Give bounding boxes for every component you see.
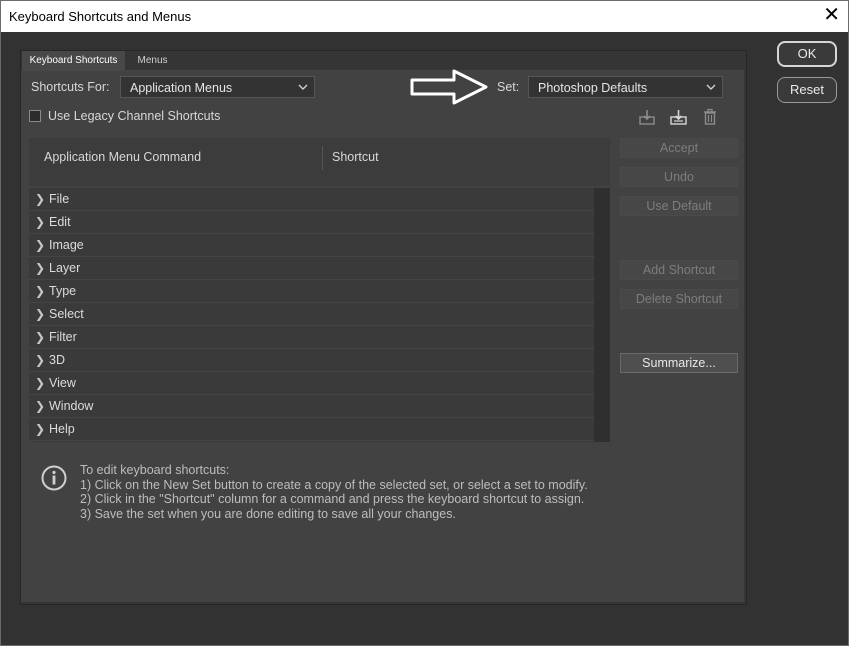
chevron-right-icon[interactable]: ❯ bbox=[35, 395, 45, 417]
list-item[interactable]: ❯ 3D bbox=[29, 349, 594, 372]
new-set-icon[interactable] bbox=[669, 108, 689, 126]
delete-shortcut-button[interactable]: Delete Shortcut bbox=[620, 289, 738, 309]
chevron-right-icon[interactable]: ❯ bbox=[35, 188, 45, 210]
save-set-icon[interactable] bbox=[638, 108, 656, 126]
shortcuts-for-select[interactable]: Application Menus bbox=[120, 76, 315, 98]
list-item[interactable]: ❯ Filter bbox=[29, 326, 594, 349]
chevron-down-icon bbox=[706, 84, 716, 90]
list-item[interactable]: ❯ Help bbox=[29, 418, 594, 441]
shortcuts-for-value: Application Menus bbox=[130, 81, 233, 95]
chevron-down-icon bbox=[298, 84, 308, 90]
chevron-right-icon[interactable]: ❯ bbox=[35, 257, 45, 279]
set-select[interactable]: Photoshop Defaults bbox=[528, 76, 723, 98]
column-header-command[interactable]: Application Menu Command bbox=[44, 150, 201, 164]
info-icon bbox=[41, 465, 67, 491]
summarize-button[interactable]: Summarize... bbox=[620, 353, 738, 373]
tab-keyboard-shortcuts[interactable]: Keyboard Shortcuts bbox=[22, 51, 125, 71]
chevron-right-icon[interactable]: ❯ bbox=[35, 303, 45, 325]
set-value: Photoshop Defaults bbox=[538, 81, 648, 95]
instructions-step-1: 1) Click on the New Set button to create… bbox=[80, 477, 588, 492]
arrow-annotation-icon bbox=[410, 69, 488, 105]
legacy-channel-checkbox[interactable] bbox=[29, 110, 41, 122]
add-shortcut-button[interactable]: Add Shortcut bbox=[620, 260, 738, 280]
set-label: Set: bbox=[497, 80, 520, 94]
reset-button[interactable]: Reset bbox=[777, 77, 837, 103]
list-item[interactable]: ❯ Image bbox=[29, 234, 594, 257]
legacy-channel-label: Use Legacy Channel Shortcuts bbox=[48, 109, 221, 123]
trash-icon[interactable] bbox=[702, 108, 718, 126]
tab-menus[interactable]: Menus bbox=[125, 51, 180, 71]
use-default-button[interactable]: Use Default bbox=[620, 196, 738, 216]
shortcuts-for-label: Shortcuts For: bbox=[31, 80, 110, 94]
list-item[interactable]: ❯ Type bbox=[29, 280, 594, 303]
close-icon[interactable]: ✕ bbox=[823, 5, 840, 25]
title-bar: Keyboard Shortcuts and Menus ✕ bbox=[1, 1, 848, 32]
accept-button[interactable]: Accept bbox=[620, 138, 738, 158]
undo-button[interactable]: Undo bbox=[620, 167, 738, 187]
chevron-right-icon[interactable]: ❯ bbox=[35, 211, 45, 233]
list-item[interactable]: ❯ File bbox=[29, 188, 594, 211]
scrollbar[interactable] bbox=[594, 188, 610, 442]
list-item[interactable]: ❯ Select bbox=[29, 303, 594, 326]
window-title: Keyboard Shortcuts and Menus bbox=[9, 9, 192, 24]
chevron-right-icon[interactable]: ❯ bbox=[35, 349, 45, 371]
command-list: ❯ File ❯ Edit ❯ Image ❯ Layer ❯ Type ❯ S… bbox=[29, 188, 610, 442]
column-header-shortcut[interactable]: Shortcut bbox=[332, 150, 379, 164]
ok-button[interactable]: OK bbox=[777, 41, 837, 67]
table-header: Application Menu Command Shortcut bbox=[29, 138, 610, 186]
chevron-right-icon[interactable]: ❯ bbox=[35, 234, 45, 256]
list-item[interactable]: ❯ Layer bbox=[29, 257, 594, 280]
instructions-step-3: 3) Save the set when you are done editin… bbox=[80, 506, 456, 521]
list-item[interactable]: ❯ Edit bbox=[29, 211, 594, 234]
instructions-step-2: 2) Click in the "Shortcut" column for a … bbox=[80, 492, 585, 506]
column-divider bbox=[322, 146, 323, 170]
chevron-right-icon[interactable]: ❯ bbox=[35, 326, 45, 348]
list-item[interactable]: ❯ View bbox=[29, 372, 594, 395]
list-item[interactable]: ❯ Window bbox=[29, 395, 594, 418]
instructions-heading: To edit keyboard shortcuts: bbox=[80, 463, 230, 477]
chevron-right-icon[interactable]: ❯ bbox=[35, 372, 45, 394]
chevron-right-icon[interactable]: ❯ bbox=[35, 280, 45, 302]
chevron-right-icon[interactable]: ❯ bbox=[35, 418, 45, 440]
instructions: To edit keyboard shortcuts: 1) Click on … bbox=[80, 463, 588, 521]
